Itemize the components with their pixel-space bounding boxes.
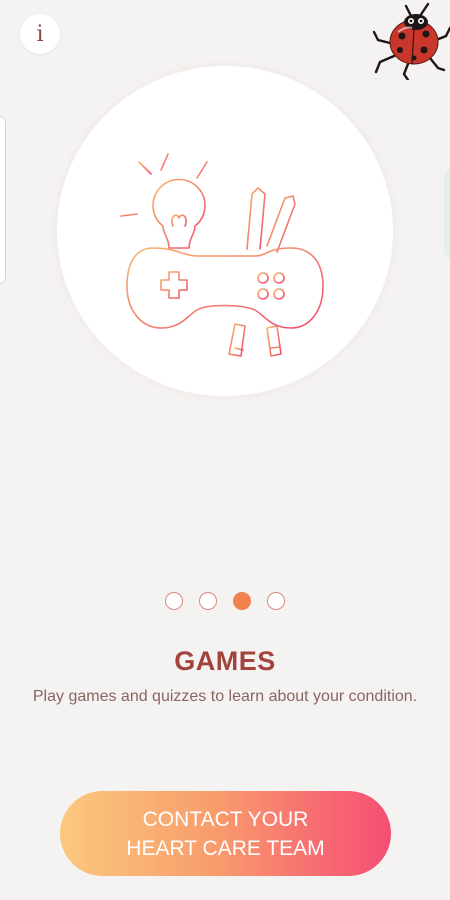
slide-description: Play games and quizzes to learn about yo…	[32, 688, 418, 705]
hero-illustration	[57, 66, 393, 396]
previous-slide-edge[interactable]	[0, 116, 6, 284]
games-illustration-icon	[120, 66, 324, 357]
page-dot-2[interactable]	[199, 592, 217, 610]
info-icon: i	[36, 21, 44, 47]
contact-button-label: CONTACT YOUR HEART CARE TEAM	[126, 807, 325, 860]
info-button[interactable]: i	[20, 14, 60, 54]
slide-title: GAMES	[174, 646, 276, 676]
page-indicator	[0, 592, 450, 610]
page-dot-4[interactable]	[267, 592, 285, 610]
page-dot-1[interactable]	[165, 592, 183, 610]
contact-heart-care-team-button[interactable]: CONTACT YOUR HEART CARE TEAM	[60, 791, 391, 876]
next-slide-edge[interactable]	[444, 168, 450, 260]
page-dot-3-active[interactable]	[233, 592, 251, 610]
